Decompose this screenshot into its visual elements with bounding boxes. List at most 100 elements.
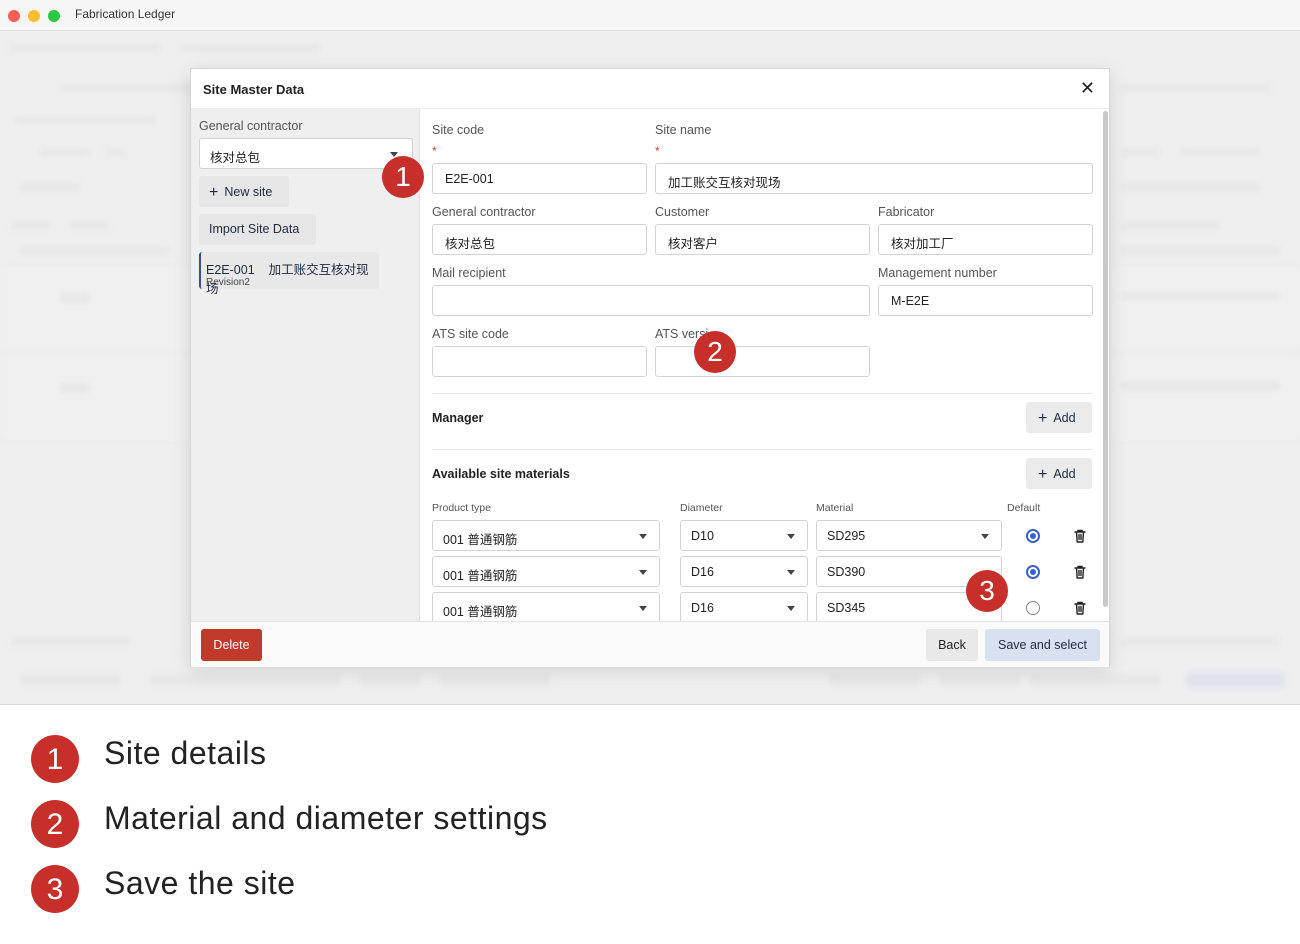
diameter-select[interactable]: D16: [680, 556, 808, 587]
callout-legend: 1 Site details 2 Material and diameter s…: [0, 706, 1300, 944]
management-number-value: M-E2E: [891, 294, 930, 308]
add-material-button[interactable]: + Add: [1026, 458, 1092, 489]
site-item-code: E2E-001: [206, 263, 255, 277]
chevron-down-icon: [787, 570, 795, 575]
management-number-input[interactable]: M-E2E: [878, 285, 1093, 316]
legend-text-1: Site details: [104, 735, 267, 771]
diameter-select[interactable]: D16: [680, 592, 808, 621]
site-name-required-mark: *: [655, 144, 660, 158]
plus-icon: +: [1038, 410, 1048, 427]
site-list-item[interactable]: E2E-001 加工账交互核对现场 Revision2: [199, 252, 379, 296]
mail-recipient-label: Mail recipient: [432, 266, 506, 280]
minimize-window-button[interactable]: [28, 10, 40, 22]
divider: [432, 449, 1092, 450]
product-type-value: 001 普通钢筋: [443, 569, 518, 583]
legend-badge-1: 1: [31, 735, 79, 783]
fabricator-value: 核对加工厂: [891, 237, 954, 251]
material-value: SD295: [827, 529, 866, 543]
import-site-data-button[interactable]: Import Site Data: [199, 214, 316, 245]
site-item-revision: Revision2: [206, 277, 250, 288]
legend-text-2: Material and diameter settings: [104, 800, 548, 836]
product-type-select[interactable]: 001 普通钢筋: [432, 592, 660, 621]
plus-icon: +: [209, 184, 219, 201]
default-radio[interactable]: [1026, 601, 1040, 615]
legend-badge-3: 3: [31, 865, 79, 913]
chevron-down-icon: [639, 606, 647, 611]
diameter-value: D10: [691, 529, 714, 543]
callout-badge-1: 1: [382, 156, 424, 198]
site-name-input[interactable]: 加工账交互核对现场: [655, 163, 1093, 194]
default-radio[interactable]: [1026, 529, 1040, 543]
column-header-product-type: Product type: [432, 502, 491, 514]
column-header-material: Material: [816, 502, 854, 514]
fabricator-input[interactable]: 核对加工厂: [878, 224, 1093, 255]
site-form: Site code * E2E-001 Site name * 加工账交互核对现…: [420, 109, 1109, 621]
callout-badge-3: 3: [966, 570, 1008, 612]
dialog-footer: Delete Back Save and select: [191, 621, 1109, 667]
diameter-value: D16: [691, 601, 714, 615]
legend-badge-2: 2: [31, 800, 79, 848]
mail-recipient-input[interactable]: [432, 285, 870, 316]
chevron-down-icon: [639, 534, 647, 539]
new-site-label: New site: [224, 185, 273, 199]
add-material-label: Add: [1053, 467, 1076, 481]
site-name-label: Site name: [655, 123, 712, 137]
general-contractor-label: General contractor: [432, 205, 536, 219]
product-type-value: 001 普通钢筋: [443, 533, 518, 547]
diameter-select[interactable]: D10: [680, 520, 808, 551]
chevron-down-icon: [787, 534, 795, 539]
title-bar: Fabrication Ledger: [0, 0, 1300, 31]
delete-button[interactable]: Delete: [201, 629, 262, 661]
site-code-value: E2E-001: [445, 172, 494, 186]
fabricator-label: Fabricator: [878, 205, 935, 219]
dialog-header: Site Master Data ✕: [191, 69, 1109, 109]
general-contractor-input[interactable]: 核对总包: [432, 224, 647, 255]
manager-section-title: Manager: [432, 411, 484, 425]
material-select[interactable]: SD295: [816, 520, 1002, 551]
chevron-down-icon: [981, 534, 989, 539]
general-contractor-filter-label: General contractor: [199, 119, 303, 133]
close-icon[interactable]: ✕: [1080, 79, 1095, 97]
import-site-data-label: Import Site Data: [209, 222, 300, 236]
save-and-select-button[interactable]: Save and select: [985, 629, 1100, 661]
legend-text-3: Save the site: [104, 865, 296, 901]
material-value: SD345: [827, 601, 866, 615]
column-header-diameter: Diameter: [680, 502, 723, 514]
general-contractor-value: 核对总包: [445, 237, 496, 251]
add-manager-button[interactable]: + Add: [1026, 402, 1092, 433]
ats-site-code-input[interactable]: [432, 346, 647, 377]
product-type-select[interactable]: 001 普通钢筋: [432, 556, 660, 587]
trash-icon[interactable]: [1072, 564, 1088, 580]
general-contractor-filter-select[interactable]: 核对总包: [199, 138, 413, 169]
close-window-button[interactable]: [8, 10, 20, 22]
back-button[interactable]: Back: [926, 629, 978, 661]
materials-section-title: Available site materials: [432, 467, 570, 481]
app-window: Fabrication Ledger Site Master Data ✕ Ge…: [0, 0, 1300, 705]
product-type-value: 001 普通钢筋: [443, 605, 518, 619]
customer-label: Customer: [655, 205, 710, 219]
product-type-select[interactable]: 001 普通钢筋: [432, 520, 660, 551]
column-header-default: Default: [1007, 502, 1041, 514]
site-name-value: 加工账交互核对现场: [668, 176, 781, 190]
management-number-label: Management number: [878, 266, 997, 280]
ats-site-code-label: ATS site code: [432, 327, 509, 341]
form-scrollbar[interactable]: [1103, 111, 1108, 607]
add-manager-label: Add: [1053, 411, 1076, 425]
customer-value: 核对客户: [668, 237, 719, 251]
divider: [432, 393, 1092, 394]
dialog-title: Site Master Data: [203, 82, 305, 97]
maximize-window-button[interactable]: [48, 10, 60, 22]
trash-icon[interactable]: [1072, 600, 1088, 616]
window-title: Fabrication Ledger: [75, 7, 176, 21]
chevron-down-icon: [787, 606, 795, 611]
customer-input[interactable]: 核对客户: [655, 224, 870, 255]
chevron-down-icon: [639, 570, 647, 575]
default-radio[interactable]: [1026, 565, 1040, 579]
material-value: SD390: [827, 565, 866, 579]
new-site-button[interactable]: + New site: [199, 176, 289, 207]
ats-version-input[interactable]: [655, 346, 870, 377]
trash-icon[interactable]: [1072, 528, 1088, 544]
callout-badge-2: 2: [694, 331, 736, 373]
diameter-value: D16: [691, 565, 714, 579]
site-code-input[interactable]: E2E-001: [432, 163, 647, 194]
